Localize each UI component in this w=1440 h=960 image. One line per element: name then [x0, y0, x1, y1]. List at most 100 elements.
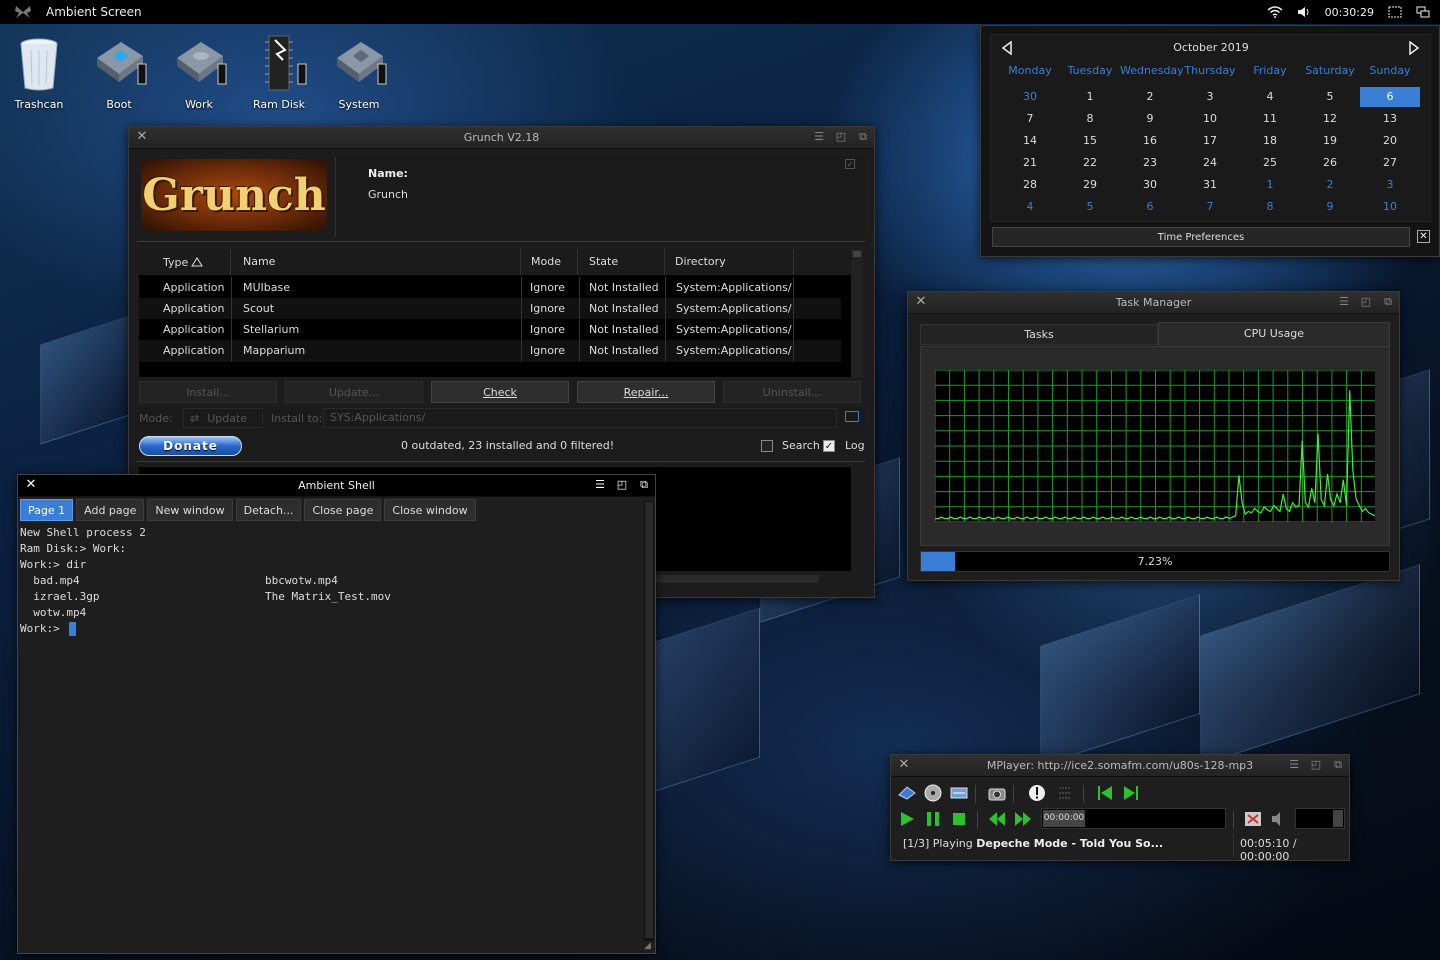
- calendar-day[interactable]: 13: [1360, 109, 1420, 129]
- close-icon[interactable]: ✕: [914, 295, 928, 309]
- calendar-day[interactable]: 5: [1060, 197, 1120, 217]
- column-header-directory[interactable]: Directory: [667, 249, 794, 275]
- shell-titlebar[interactable]: ✕ Ambient Shell ☰ ◰ ⧉: [18, 475, 655, 497]
- volume-icon[interactable]: [1297, 6, 1311, 18]
- iconify-icon[interactable]: ◰: [834, 130, 848, 144]
- iconify-icon[interactable]: ◰: [1359, 295, 1373, 309]
- close-icon[interactable]: ✕: [1417, 230, 1430, 243]
- task-manager-titlebar[interactable]: ✕ Task Manager ☰ ◰ ⧉: [908, 292, 1399, 314]
- calendar-day[interactable]: 28: [1000, 175, 1060, 195]
- depth-icon[interactable]: ⧉: [637, 478, 651, 492]
- calendar-day[interactable]: 16: [1120, 131, 1180, 151]
- calendar-day[interactable]: 21: [1000, 153, 1060, 173]
- table-row[interactable]: Application MUIbase Ignore Not Installed Sys…: [139, 277, 841, 298]
- info-icon[interactable]: [1027, 783, 1047, 803]
- calendar-day[interactable]: 17: [1180, 131, 1240, 151]
- table-row[interactable]: Application Mapparium Ignore Not Installed S…: [139, 340, 841, 361]
- calendar-day[interactable]: 26: [1300, 153, 1360, 173]
- tab-page-1[interactable]: Page 1: [20, 499, 74, 521]
- add-page-button[interactable]: Add page: [76, 499, 145, 521]
- close-page-button[interactable]: Close page: [304, 499, 382, 521]
- open-stream-icon[interactable]: [949, 783, 969, 803]
- calendar-day[interactable]: 22: [1060, 153, 1120, 173]
- calendar-day[interactable]: 8: [1240, 197, 1300, 217]
- detach-button[interactable]: Detach...: [235, 499, 302, 521]
- close-icon[interactable]: ✕: [897, 758, 911, 772]
- repair-button[interactable]: Repair...: [577, 381, 715, 403]
- calendar-day[interactable]: 5: [1300, 87, 1360, 107]
- previous-month-icon[interactable]: [1001, 41, 1013, 55]
- calendar-day[interactable]: 4: [1240, 87, 1300, 107]
- fullscreen-icon[interactable]: [1243, 809, 1263, 829]
- previous-track-icon[interactable]: [1095, 783, 1115, 803]
- next-track-icon[interactable]: [1121, 783, 1141, 803]
- clock[interactable]: 00:30:29: [1325, 6, 1374, 19]
- close-window-button[interactable]: Close window: [384, 499, 476, 521]
- calendar-day[interactable]: 24: [1180, 153, 1240, 173]
- calendar-day[interactable]: 2: [1120, 87, 1180, 107]
- calendar-day[interactable]: 19: [1300, 131, 1360, 151]
- desktop-icon-work[interactable]: Work: [162, 34, 236, 111]
- shell-scrollbar[interactable]: [644, 501, 654, 941]
- resize-grip-icon[interactable]: ◢: [644, 941, 654, 951]
- calendar-day[interactable]: 29: [1060, 175, 1120, 195]
- calendar-day[interactable]: 30: [1120, 175, 1180, 195]
- close-icon[interactable]: ✕: [135, 130, 149, 144]
- open-dvd-icon[interactable]: [923, 783, 943, 803]
- desktop-icon-trashcan[interactable]: Trashcan: [2, 34, 76, 111]
- log-checkbox[interactable]: ✓: [823, 440, 835, 452]
- calendar-day[interactable]: 25: [1240, 153, 1300, 173]
- screen-select-icon[interactable]: [1388, 6, 1402, 18]
- wifi-icon[interactable]: [1267, 6, 1283, 18]
- depth-icon[interactable]: ⧉: [1381, 295, 1395, 309]
- calendar-day[interactable]: 10: [1360, 197, 1420, 217]
- menu-icon[interactable]: ☰: [1337, 295, 1351, 309]
- update-button[interactable]: Update...: [285, 381, 423, 403]
- close-icon[interactable]: ✕: [24, 478, 38, 492]
- calendar-day[interactable]: 2: [1300, 175, 1360, 195]
- search-checkbox[interactable]: [761, 440, 773, 452]
- edit-icon[interactable]: ✓: [845, 159, 855, 169]
- desktop-icon-boot[interactable]: Boot: [82, 34, 156, 111]
- mplayer-titlebar[interactable]: ✕ MPlayer: http://ice2.somafm.com/u80s-1…: [891, 755, 1349, 777]
- column-header-mode[interactable]: Mode: [522, 249, 578, 275]
- calendar-day[interactable]: 14: [1000, 131, 1060, 151]
- tab-cpu-usage[interactable]: CPU Usage: [1158, 322, 1390, 346]
- shell-console[interactable]: New Shell process 2 Ram Disk:> Work: Wor…: [18, 525, 642, 951]
- calendar-day[interactable]: 8: [1060, 109, 1120, 129]
- depth-icon[interactable]: ⧉: [1331, 758, 1345, 772]
- desktop-icon-ram-disk[interactable]: Ram Disk: [242, 34, 316, 111]
- calendar-day[interactable]: 20: [1360, 131, 1420, 151]
- install-button[interactable]: Install...: [139, 381, 277, 403]
- fast-forward-icon[interactable]: [1013, 809, 1033, 829]
- desktop-icon-system[interactable]: System: [322, 34, 396, 111]
- calendar-day[interactable]: 7: [1180, 197, 1240, 217]
- calendar-day[interactable]: 9: [1300, 197, 1360, 217]
- tab-tasks[interactable]: Tasks: [920, 324, 1158, 345]
- screenshot-icon[interactable]: [987, 783, 1007, 803]
- time-preferences-button[interactable]: Time Preferences: [992, 227, 1410, 247]
- seek-knob[interactable]: 00:00:00: [1043, 810, 1085, 827]
- stop-icon[interactable]: [949, 809, 969, 829]
- donate-button[interactable]: Donate: [139, 436, 242, 456]
- pause-icon[interactable]: [923, 809, 943, 829]
- log-hscrollbar[interactable]: [649, 575, 819, 583]
- table-row[interactable]: Application Stellarium Ignore Not Installed…: [139, 319, 841, 340]
- column-header-name[interactable]: Name: [233, 249, 521, 275]
- calendar-day[interactable]: 7: [1000, 109, 1060, 129]
- calendar-day[interactable]: 23: [1120, 153, 1180, 173]
- calendar-day[interactable]: 3: [1360, 175, 1420, 195]
- uninstall-button[interactable]: Uninstall...: [723, 381, 861, 403]
- iconify-icon[interactable]: ◰: [1309, 758, 1323, 772]
- iconify-icon[interactable]: ◰: [615, 478, 629, 492]
- calendar-day[interactable]: 27: [1360, 153, 1420, 173]
- check-button[interactable]: Check: [431, 381, 569, 403]
- calendar-day[interactable]: 10: [1180, 109, 1240, 129]
- calendar-day[interactable]: 4: [1000, 197, 1060, 217]
- calendar-day[interactable]: 1: [1240, 175, 1300, 195]
- column-header-type[interactable]: Type: [139, 249, 231, 275]
- grunch-titlebar[interactable]: ✕ Grunch V2.18 ☰ ◰ ⧉: [129, 127, 874, 149]
- next-month-icon[interactable]: [1408, 41, 1420, 55]
- seek-slider[interactable]: 00:00:00: [1041, 808, 1226, 829]
- mode-cycle[interactable]: ⇄ Update: [183, 408, 263, 428]
